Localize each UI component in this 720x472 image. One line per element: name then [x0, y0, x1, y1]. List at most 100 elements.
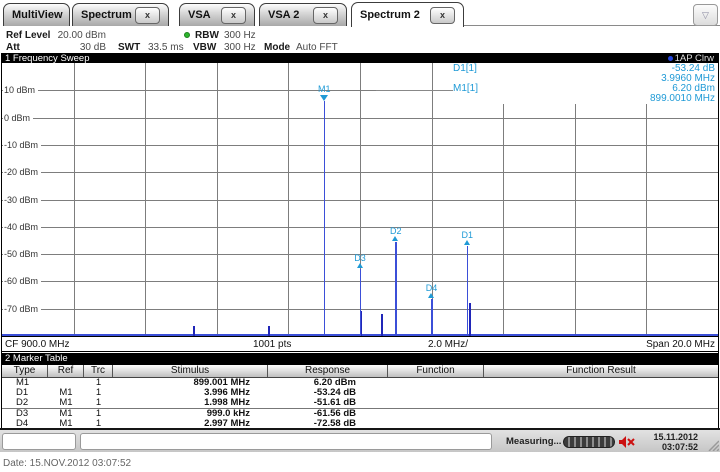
tab-dropdown-button[interactable]: ▽	[693, 4, 718, 26]
rbw-label: RBW	[195, 30, 219, 41]
readout-m1-stimulus: 899.0010 MHz	[650, 94, 715, 104]
col-stimulus: Stimulus	[113, 365, 268, 377]
measuring-label: Measuring...	[506, 436, 561, 447]
marker-label-D2[interactable]: D2	[390, 226, 402, 236]
col-function: Function	[388, 365, 484, 377]
status-message-field[interactable]	[80, 433, 492, 450]
cell-function-result	[484, 388, 718, 398]
tab-spectrum2-active[interactable]: Spectrum 2 x	[351, 2, 464, 27]
marker-table-row[interactable]: M1 1 899.001 MHz 6.20 dBm	[2, 378, 718, 388]
y-axis-label: -40 dBm	[3, 222, 41, 232]
att-value[interactable]: 30 dB	[56, 42, 106, 53]
y-axis-label: -60 dBm	[3, 276, 41, 286]
mode-label: Mode	[264, 42, 290, 53]
trace-minor-peak	[381, 314, 383, 336]
cell-function	[388, 388, 484, 398]
col-response: Response	[268, 365, 388, 377]
cell-ref: M1	[48, 398, 84, 408]
trace-peak-D3	[360, 269, 362, 336]
marker-table-row[interactable]: D2 M1 1 1.998 MHz -51.61 dB	[2, 398, 718, 409]
tab-multiview[interactable]: MultiView	[3, 3, 70, 26]
tab-spectrum2-label: Spectrum 2	[360, 9, 420, 21]
span-value[interactable]: Span 20.0 MHz	[646, 339, 715, 350]
cell-function-result	[484, 398, 718, 408]
att-label: Att	[6, 42, 20, 53]
y-axis-label: -50 dBm	[3, 249, 41, 259]
close-icon[interactable]: x	[430, 7, 455, 24]
ref-level-value[interactable]: 20.00 dBm	[56, 30, 106, 41]
vbw-label: VBW	[193, 42, 216, 53]
status-bar: Measuring... 15.11.2012 03:07:52	[0, 428, 720, 452]
cell-trc: 1	[84, 398, 113, 408]
tab-vsa2[interactable]: VSA 2 x	[259, 3, 347, 26]
grid-vline	[288, 63, 289, 336]
swt-value[interactable]: 33.5 ms	[148, 42, 184, 53]
tab-multiview-label: MultiView	[12, 9, 63, 21]
center-frequency[interactable]: CF 900.0 MHz	[5, 339, 69, 350]
grid-vline	[217, 63, 218, 336]
trace-minor-peak	[193, 326, 195, 336]
marker-symbol-D3[interactable]	[357, 263, 363, 268]
sweep-points: 1001 pts	[253, 339, 291, 350]
marker-symbol-D1[interactable]	[464, 240, 470, 245]
measurement-progress-bar	[563, 436, 615, 448]
window1-title-bar: 1 Frequency Sweep 1AP Clrw	[2, 53, 718, 63]
y-axis-label: 10 dBm	[3, 85, 38, 95]
readout-d1-label: D1[1]	[453, 64, 477, 74]
chevron-down-icon: ▽	[702, 10, 709, 21]
cell-function	[388, 398, 484, 408]
marker-table-title: 2 Marker Table	[5, 353, 68, 365]
marker-table-header-row: Type Ref Trc Stimulus Response Function …	[2, 365, 718, 378]
trace-peak-M1	[324, 101, 326, 336]
frequency-axis-bar: CF 900.0 MHz 1001 pts 2.0 MHz/ Span 20.0…	[1, 336, 719, 352]
y-axis-label: -30 dBm	[3, 195, 41, 205]
grid-vline	[74, 63, 75, 336]
marker-label-D4[interactable]: D4	[426, 283, 438, 293]
marker-table-title-bar: 2 Marker Table	[2, 353, 718, 365]
marker-symbol-D2[interactable]	[392, 236, 398, 241]
y-axis-label: -10 dBm	[3, 140, 41, 150]
status-time: 03:07:52	[662, 442, 698, 452]
cell-function-result	[484, 378, 718, 388]
marker-table-row[interactable]: D1 M1 1 3.996 MHz -53.24 dB	[2, 388, 718, 398]
marker-table: Type Ref Trc Stimulus Response Function …	[1, 365, 719, 430]
instrument-screen: MultiView Spectrum x VSA x VSA 2 x Spect…	[0, 0, 720, 472]
mute-icon[interactable]	[618, 435, 635, 449]
marker-symbol-D4[interactable]	[428, 293, 434, 298]
cell-function-result	[484, 409, 718, 419]
hardcopy-date: Date: 15.NOV.2012 03:07:52	[3, 458, 131, 469]
marker-label-D3[interactable]: D3	[354, 253, 366, 263]
marker-table-row[interactable]: D3 M1 1 999.0 kHz -61.56 dB	[2, 409, 718, 419]
status-date: 15.11.2012	[653, 432, 698, 442]
trace-dot-icon	[668, 56, 673, 61]
status-field-left[interactable]	[2, 433, 76, 450]
swt-label: SWT	[118, 42, 140, 53]
close-icon[interactable]: x	[221, 7, 246, 24]
marker-label-M1[interactable]: M1	[318, 84, 331, 94]
vbw-value[interactable]: 300 Hz	[224, 42, 256, 53]
tab-bar-baseline	[464, 25, 720, 26]
marker-leader-line	[376, 90, 453, 91]
per-division: 2.0 MHz/	[428, 339, 468, 350]
col-type: Type	[2, 365, 48, 377]
spectrum-plot[interactable]: D1[1] -53.24 dB 3.9960 MHz M1[1] 6.20 dB…	[2, 63, 718, 336]
close-icon[interactable]: x	[135, 7, 160, 24]
marker-readout-panel: D1[1] -53.24 dB 3.9960 MHz M1[1] 6.20 dB…	[434, 63, 718, 104]
mode-value[interactable]: Auto FFT	[296, 42, 338, 53]
marker-label-D1[interactable]: D1	[462, 230, 474, 240]
trace-minor-peak	[469, 303, 471, 336]
tab-spectrum[interactable]: Spectrum x	[72, 3, 169, 26]
rbw-status-led-icon	[184, 32, 190, 38]
resize-grip-icon[interactable]	[705, 437, 719, 451]
readout-m1-label: M1[1]	[453, 84, 478, 94]
marker-symbol-M1[interactable]	[320, 95, 328, 101]
cell-type: D2	[2, 398, 48, 408]
ref-level-label: Ref Level	[6, 30, 50, 41]
cell-function	[388, 378, 484, 388]
cell-response: -51.61 dB	[268, 398, 388, 408]
col-trc: Trc	[84, 365, 113, 377]
page-footer: Date: 15.NOV.2012 03:07:52	[0, 452, 720, 472]
rbw-value[interactable]: 300 Hz	[224, 30, 256, 41]
close-icon[interactable]: x	[313, 7, 338, 24]
tab-vsa[interactable]: VSA x	[179, 3, 255, 26]
